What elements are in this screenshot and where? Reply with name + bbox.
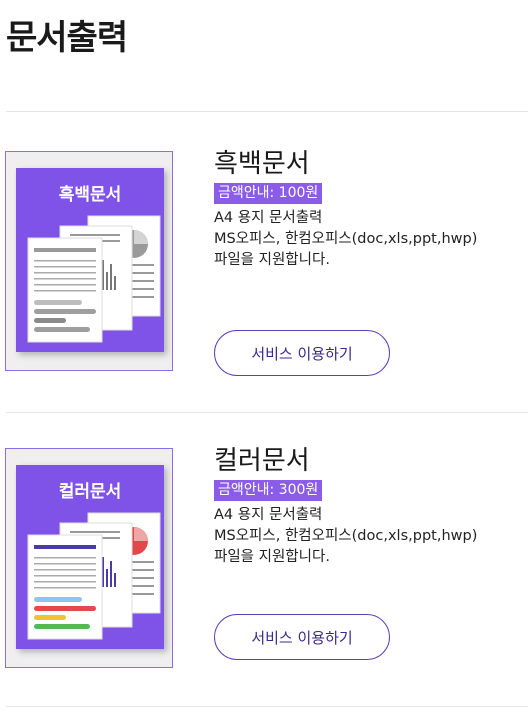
service-thumbnail[interactable]: 컬러문서 bbox=[5, 448, 173, 668]
divider bbox=[6, 706, 528, 707]
divider bbox=[6, 111, 528, 112]
service-description-line: MS오피스, 한컴오피스(doc,xls,ppt,hwp) bbox=[214, 231, 478, 247]
use-service-button[interactable]: 서비스 이용하기 bbox=[214, 330, 390, 376]
service-info: 컬러문서 금액안내: 300원 A4 용지 문서출력 MS오피스, 한컴오피스(… bbox=[214, 446, 478, 568]
service-title: 컬러문서 bbox=[214, 446, 310, 476]
document-stack-icon bbox=[27, 215, 161, 343]
page-title: 문서출력 bbox=[6, 18, 128, 58]
service-description-line: 파일을 지원합니다. bbox=[214, 252, 330, 268]
service-card-color: 컬러문서 컬러문서 금액안내: 300원 A4 용지 문서출력 MS오피스, 한… bbox=[0, 446, 528, 708]
service-description-line: MS오피스, 한컴오피스(doc,xls,ppt,hwp) bbox=[214, 528, 478, 544]
price-badge: 금액안내: 300원 bbox=[214, 480, 323, 501]
divider bbox=[6, 412, 528, 413]
service-info: 흑백문서 금액안내: 100원 A4 용지 문서출력 MS오피스, 한컴오피스(… bbox=[214, 149, 478, 271]
document-stack-icon bbox=[27, 512, 161, 640]
service-description-line: A4 용지 문서출력 bbox=[214, 210, 323, 226]
price-badge: 금액안내: 100원 bbox=[214, 183, 323, 204]
service-description-line: 파일을 지원합니다. bbox=[214, 549, 330, 565]
use-service-button[interactable]: 서비스 이용하기 bbox=[214, 614, 390, 660]
thumbnail-background: 컬러문서 bbox=[16, 465, 164, 649]
service-thumbnail[interactable]: 흑백문서 bbox=[5, 151, 173, 371]
service-card-bw: 흑백문서 흑백문서 금액안내: 100원 A4 용지 문서출력 MS오피스, 한… bbox=[0, 149, 528, 411]
service-description-line: A4 용지 문서출력 bbox=[214, 507, 323, 523]
service-title: 흑백문서 bbox=[214, 149, 310, 179]
thumbnail-background: 흑백문서 bbox=[16, 168, 164, 352]
